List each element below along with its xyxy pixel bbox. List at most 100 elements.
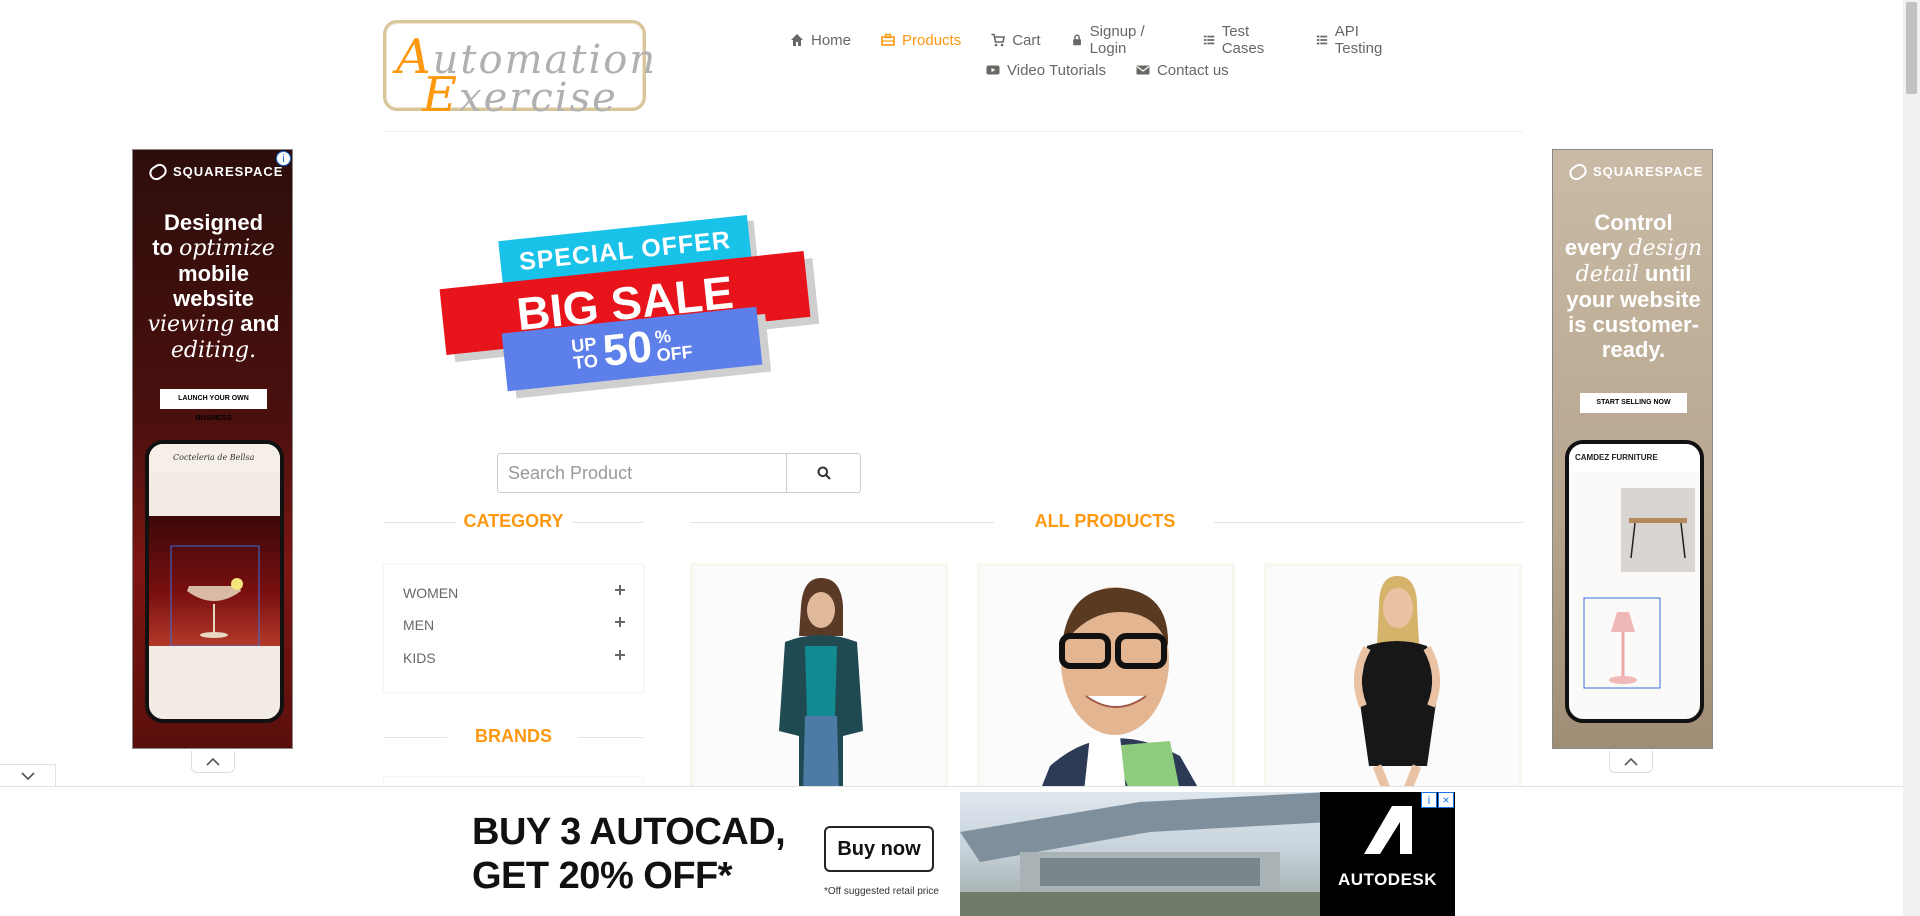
logo-cap-e: E: [422, 67, 460, 123]
list-icon: [1203, 35, 1214, 45]
plus-icon[interactable]: [615, 650, 625, 660]
right-ad-copy-line: Control: [1594, 210, 1673, 235]
bottom-ad-toggle-button[interactable]: [0, 764, 56, 788]
nav-contact-us-label: Contact us: [1156, 61, 1229, 79]
nav-products[interactable]: Products: [881, 32, 961, 49]
squarespace-mark-icon: [1566, 160, 1590, 183]
lock-icon: [1072, 34, 1081, 46]
sale-percent-value: 50: [600, 322, 655, 376]
bottom-ad-close-icon[interactable]: ×: [1438, 792, 1454, 808]
nav-api-testing-label: API Testing: [1334, 23, 1383, 57]
right-ad-copy: Control every design detail until your w…: [1553, 210, 1712, 362]
right-side-ad[interactable]: SQUARESPACE Control every design detail …: [1552, 149, 1713, 749]
right-ad-phone-title: CAMDEZ FURNITURE: [1569, 444, 1700, 472]
nav-home[interactable]: Home: [790, 32, 851, 49]
autodesk-brand-name: AUTODESK: [1337, 870, 1438, 889]
left-ad-collapse-button[interactable]: [191, 751, 235, 773]
site-logo[interactable]: Automation Exercise: [383, 20, 655, 123]
sale-to: TO: [572, 350, 599, 374]
product-image-woman-denim: [693, 566, 945, 791]
search-icon: [817, 466, 831, 480]
squarespace-logo: SQUARESPACE: [146, 160, 283, 183]
sale-off: OFF: [655, 341, 694, 366]
all-products-line-right: [1214, 522, 1523, 523]
right-ad-copy-line: detail until: [1553, 261, 1712, 287]
category-label: WOMEN: [403, 585, 459, 601]
nav-signup-login[interactable]: Signup / Login: [1071, 23, 1173, 57]
nav-row-2: Video Tutorials Contact us: [790, 60, 1430, 80]
nav-contact-us[interactable]: Contact us: [1136, 62, 1229, 79]
left-ad-word: and: [240, 311, 280, 336]
special-offer-banner: SPECIAL OFFER BIG SALE UP TO 50 % OFF: [438, 212, 828, 392]
left-ad-copy-line: to optimize: [133, 235, 292, 261]
autodesk-logo: AUTODESK: [1320, 792, 1455, 916]
envelope-icon: [1136, 65, 1150, 75]
search-product-input[interactable]: [497, 453, 789, 493]
bottom-ad-line-2: GET 20% OFF*: [472, 855, 733, 897]
product-card[interactable]: [690, 563, 948, 791]
left-ad-copy-line: viewing and: [133, 311, 292, 337]
bottom-ad-info-icon[interactable]: i: [1421, 792, 1437, 808]
nav-video-tutorials-label: Video Tutorials: [1007, 61, 1106, 79]
bottom-ad-headline: BUY 3 AUTOCAD, GET 20% OFF*: [472, 810, 786, 898]
chevron-down-icon: [20, 772, 35, 780]
category-item-kids[interactable]: KIDS: [403, 650, 625, 666]
youtube-icon: [986, 65, 1000, 75]
autodesk-bottom-ad[interactable]: BUY 3 AUTOCAD, GET 20% OFF* Buy now *Off…: [450, 792, 1455, 916]
left-ad-copy-line: website: [173, 286, 254, 311]
left-ad-word: editing.: [170, 338, 257, 363]
product-card[interactable]: [977, 563, 1235, 791]
search-button[interactable]: [786, 453, 861, 493]
main-nav: Home Products Cart Signup / Login Test C…: [790, 23, 1430, 90]
left-ad-word: to: [152, 235, 173, 260]
plus-icon[interactable]: [615, 585, 625, 595]
cart-icon: [991, 33, 1006, 47]
right-ad-word: detail: [1575, 262, 1639, 287]
bottom-ad-line-1: BUY 3 AUTOCAD,: [472, 811, 786, 853]
nav-test-cases[interactable]: Test Cases: [1203, 23, 1286, 57]
left-ad-cta-button[interactable]: LAUNCH YOUR OWN BUSINESS: [160, 389, 267, 422]
category-title-line-right: [572, 522, 644, 523]
scrollbar-thumb[interactable]: [1906, 2, 1917, 94]
category-item-women[interactable]: WOMEN: [403, 585, 625, 601]
left-ad-phone-title: Cocteleria de Bellsa: [149, 444, 280, 472]
left-ad-word: viewing: [147, 312, 235, 337]
category-item-men[interactable]: MEN: [403, 617, 625, 633]
all-products-title: ALL PRODUCTS: [1034, 511, 1176, 531]
nav-cart[interactable]: Cart: [991, 31, 1041, 49]
nav-cart-label: Cart: [1012, 31, 1041, 49]
nav-video-tutorials[interactable]: Video Tutorials: [986, 62, 1106, 79]
bottom-ad-fine-print: *Off suggested retail price: [824, 886, 939, 897]
sale-up-to: UP TO: [570, 334, 599, 374]
category-label: KIDS: [403, 650, 436, 666]
plus-icon[interactable]: [615, 617, 625, 627]
product-image-woman-black-dress: [1267, 566, 1519, 791]
chevron-up-icon: [1624, 757, 1638, 766]
right-ad-copy-line: is customer-: [1568, 312, 1699, 337]
squarespace-logo: SQUARESPACE: [1566, 160, 1703, 183]
left-side-ad[interactable]: i SQUARESPACE Designed to optimize mobil…: [132, 149, 293, 749]
right-ad-copy-line: your website: [1566, 287, 1701, 312]
left-ad-word: optimize: [179, 236, 275, 261]
nav-row-1: Home Products Cart Signup / Login Test C…: [790, 23, 1430, 57]
buy-now-button[interactable]: Buy now: [824, 826, 934, 872]
building-render-icon: [960, 792, 1330, 916]
brands-panel: [383, 776, 644, 786]
category-panel: WOMEN MEN KIDS: [383, 564, 644, 693]
right-ad-copy-line: ready.: [1601, 337, 1666, 362]
product-image-man-glasses: [980, 566, 1232, 791]
nav-api-testing[interactable]: API Testing: [1316, 23, 1400, 57]
lamp-icon: [1583, 597, 1661, 689]
left-ad-copy-line: Designed: [163, 210, 264, 235]
page-scrollbar[interactable]: [1903, 0, 1920, 916]
cocktail-glass-icon: [170, 545, 260, 647]
sale-off-block: % OFF: [654, 325, 694, 365]
product-card[interactable]: [1264, 563, 1522, 791]
category-label: MEN: [403, 617, 435, 633]
right-ad-lamp-image: [1583, 590, 1663, 690]
right-ad-cta-button[interactable]: START SELLING NOW: [1580, 393, 1687, 413]
table-icon: [1629, 518, 1687, 559]
squarespace-mark-icon: [146, 160, 170, 183]
right-ad-copy-line: every design: [1553, 235, 1712, 261]
right-ad-collapse-button[interactable]: [1609, 751, 1653, 773]
